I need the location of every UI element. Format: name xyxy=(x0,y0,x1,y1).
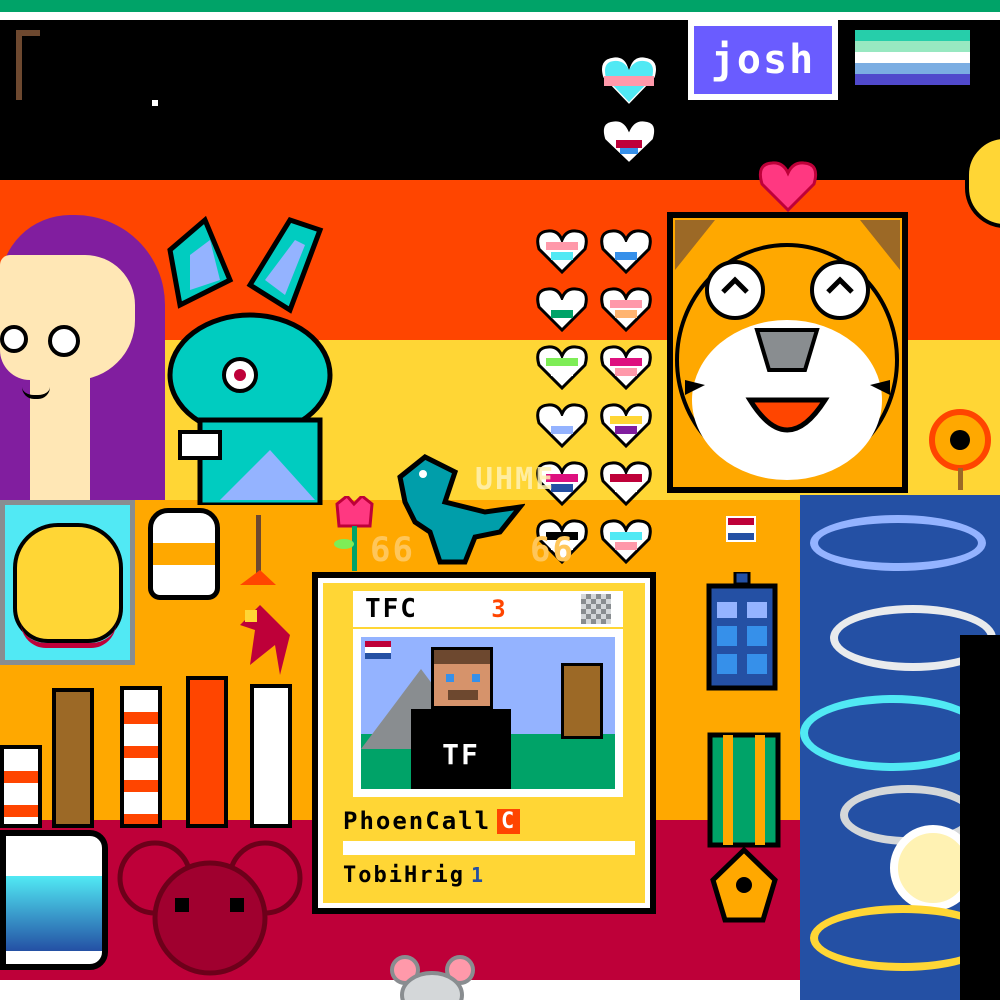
lighthouse-icon xyxy=(186,676,228,828)
pride-heart-icon xyxy=(600,461,652,506)
figure-band xyxy=(153,543,215,565)
card-divider xyxy=(343,841,635,855)
top-white-line xyxy=(0,12,1000,20)
mini-pride-flag xyxy=(855,30,970,85)
water-window xyxy=(0,830,108,970)
small-figure-icon xyxy=(148,508,220,600)
mouse-face xyxy=(390,955,475,1000)
card-subtitle-row: TobiHrig 1 xyxy=(343,859,635,891)
mini-flag-stripe-3 xyxy=(855,52,970,63)
stick-top-pixel xyxy=(16,30,40,36)
steve-shirt: TF xyxy=(411,709,511,789)
star-pixel xyxy=(152,100,158,106)
pride-heart-icon xyxy=(600,229,652,274)
pride-heart-icon xyxy=(536,287,588,332)
card-portrait: TF xyxy=(353,629,623,797)
steve-beard xyxy=(448,690,478,700)
card-name-row: PhoenCall C xyxy=(343,805,635,837)
steve-eye-right xyxy=(472,674,480,682)
pride-heart-icon xyxy=(600,345,652,390)
small-nl-blue xyxy=(728,532,754,540)
steve-eye-left xyxy=(446,674,454,682)
girl-eye-right xyxy=(48,325,80,357)
pride-heart-icon xyxy=(536,345,588,390)
faint-numbers-right: 66 xyxy=(530,530,575,570)
card-player-name: PhoenCall xyxy=(343,807,492,835)
water-fill xyxy=(6,876,102,951)
medal-icon xyxy=(707,732,781,923)
blob-ring xyxy=(21,623,116,648)
small-nl-flag xyxy=(726,516,756,542)
card-checker-icon xyxy=(580,594,611,624)
portrait-scene: TF xyxy=(361,637,615,789)
lighthouse-icon xyxy=(120,686,162,828)
girl-eye-left xyxy=(0,325,28,353)
card-header-title: TFC xyxy=(365,594,418,624)
teal-rabbit xyxy=(167,215,333,505)
steve-head xyxy=(431,647,493,709)
swirl-1 xyxy=(810,515,986,571)
small-nl-red xyxy=(728,518,754,526)
card-mini-flag xyxy=(365,641,391,659)
card-header-bar: TFC 3 xyxy=(353,591,623,627)
swirl-3 xyxy=(800,695,986,771)
josh-badge-text: josh xyxy=(710,37,816,83)
mouse-outline-art xyxy=(117,840,303,976)
pride-heart-icon xyxy=(600,287,652,332)
scene-windmill xyxy=(561,663,603,739)
starry-night-art xyxy=(800,495,1000,1000)
trading-card[interactable]: TFC 3 TF PhoenCall C TobiHrig 1 xyxy=(312,572,656,914)
lighthouse-icon xyxy=(250,684,292,828)
pink-heart-icon xyxy=(758,161,818,212)
pride-heart-icon xyxy=(536,229,588,274)
mini-flag-stripe-4 xyxy=(855,63,970,74)
mini-flag-stripe-5 xyxy=(855,74,970,85)
flag-stripe-black xyxy=(0,20,1000,180)
card-subtitle: TobiHrig xyxy=(343,862,465,888)
steve-hair xyxy=(434,650,490,664)
red-plant-icon xyxy=(240,515,290,675)
small-nl-white xyxy=(728,525,754,533)
pixel-canvas[interactable]: josh UHME 66 66 TFC 3 TF PhoenCall C Tob… xyxy=(0,0,1000,1000)
top-green-strip xyxy=(0,0,1000,12)
tulip-icon xyxy=(334,496,374,571)
lighthouse-icon xyxy=(0,745,42,828)
pride-heart-icon xyxy=(600,403,652,448)
girl-face xyxy=(0,255,135,380)
tardis-icon xyxy=(706,572,778,691)
dark-cypress xyxy=(960,635,1000,1000)
card-name-badge: C xyxy=(497,808,521,834)
sunflower-icon xyxy=(929,409,991,490)
trans-heart-icon xyxy=(599,54,659,108)
card-header-badge: 3 xyxy=(491,595,508,623)
pride-heart-icon xyxy=(600,519,652,564)
nl-flag-blue xyxy=(365,653,391,659)
stick-pixel-art xyxy=(16,30,22,100)
card-frame: TFC 3 TF PhoenCall C TobiHrig 1 xyxy=(318,578,650,908)
godzilla-sprite xyxy=(397,454,525,565)
mini-flag-stripe-1 xyxy=(855,30,970,41)
framed-blob-art xyxy=(0,500,135,665)
josh-badge: josh xyxy=(688,20,838,100)
pride-heart-icon xyxy=(536,403,588,448)
mini-flag-stripe-2 xyxy=(855,41,970,52)
purple-hair-girl xyxy=(0,215,165,500)
steve-shirt-logo: TF xyxy=(442,737,480,771)
card-subtitle-badge: 1 xyxy=(470,863,486,887)
lighthouse-icon xyxy=(52,688,94,828)
josh-badge-inner: josh xyxy=(694,26,832,94)
small-heart-icon xyxy=(600,118,658,166)
tiger-face xyxy=(667,212,908,493)
